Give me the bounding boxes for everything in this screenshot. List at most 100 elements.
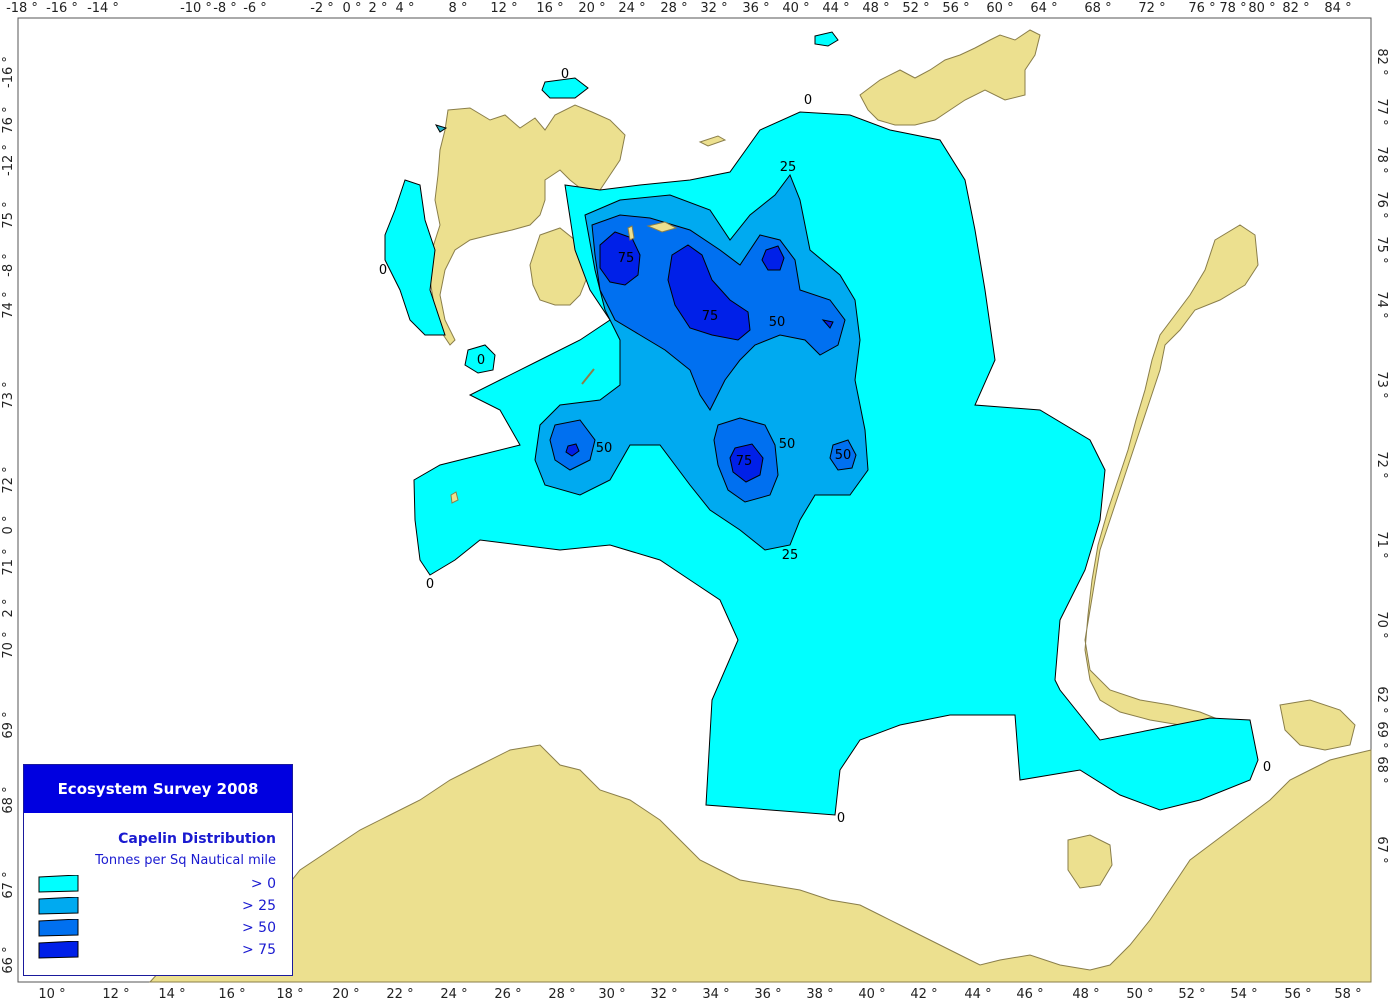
top-axis-label: -16 ° bbox=[46, 1, 78, 16]
bottom-axis-label: 26 ° bbox=[494, 987, 521, 1000]
top-axis-label: 80 ° bbox=[1248, 1, 1275, 16]
bottom-axis-label: 18 ° bbox=[276, 987, 303, 1000]
bottom-axis-label: 44 ° bbox=[964, 987, 991, 1000]
contour-label: 0 bbox=[804, 93, 812, 108]
right-axis-label: 68 ° bbox=[1374, 756, 1389, 783]
top-axis-label: 78 ° bbox=[1219, 1, 1246, 16]
bottom-axis-label: 56 ° bbox=[1284, 987, 1311, 1000]
bottom-axis-label: 40 ° bbox=[858, 987, 885, 1000]
legend: Ecosystem Survey 2008 Capelin Distributi… bbox=[23, 764, 293, 976]
left-axis-label: -8 ° bbox=[1, 253, 16, 277]
top-axis-label: 60 ° bbox=[986, 1, 1013, 16]
bottom-axis-label: 22 ° bbox=[386, 987, 413, 1000]
bottom-axis-label: 16 ° bbox=[218, 987, 245, 1000]
top-axis-label: 0 ° bbox=[343, 1, 362, 16]
right-axis-label: 76 ° bbox=[1374, 191, 1389, 218]
bottom-axis-label: 58 ° bbox=[1334, 987, 1361, 1000]
contour-label: 25 bbox=[780, 160, 797, 175]
top-axis: -18 ° -16 ° -14 ° -10 ° -8 ° -6 ° -2 ° 0 ° 2 ° 4 … bbox=[6, 1, 1352, 16]
top-axis-label: 8 ° bbox=[449, 1, 468, 16]
right-axis-label: 78 ° bbox=[1374, 146, 1389, 173]
bottom-axis-label: 48 ° bbox=[1072, 987, 1099, 1000]
top-axis-label: 52 ° bbox=[902, 1, 929, 16]
legend-item-3: > 75 bbox=[38, 941, 276, 961]
right-axis-label: 67 ° bbox=[1374, 836, 1389, 863]
contour-label: 50 bbox=[835, 448, 852, 463]
legend-units: Tonnes per Sq Nautical mile bbox=[95, 853, 276, 868]
legend-item-label: > 25 bbox=[242, 898, 276, 914]
bottom-axis-label: 32 ° bbox=[650, 987, 677, 1000]
legend-item-label: > 0 bbox=[250, 876, 276, 892]
contour-label: 0 bbox=[379, 263, 387, 278]
contour-label: 0 bbox=[561, 67, 569, 82]
bottom-axis-label: 52 ° bbox=[1178, 987, 1205, 1000]
right-axis: 82 ° 77 ° 78 ° 76 ° 75 ° 74 ° 73 ° 72 ° 71 ° 70 °… bbox=[1374, 48, 1389, 863]
top-axis-label: 36 ° bbox=[742, 1, 769, 16]
bottom-axis-label: 10 ° bbox=[38, 987, 65, 1000]
contour-label: 0 bbox=[477, 353, 485, 368]
contour-label: 75 bbox=[618, 251, 635, 266]
legend-item-2: > 50 bbox=[38, 919, 276, 939]
left-axis-label: 74 ° bbox=[1, 291, 16, 318]
bottom-axis-label: 34 ° bbox=[702, 987, 729, 1000]
top-axis-label: -6 ° bbox=[243, 1, 267, 16]
top-axis-label: 32 ° bbox=[700, 1, 727, 16]
contour-label: 50 bbox=[769, 315, 786, 330]
right-axis-label: 74 ° bbox=[1374, 291, 1389, 318]
right-axis-label: 75 ° bbox=[1374, 236, 1389, 263]
legend-subtitle: Capelin Distribution bbox=[118, 831, 276, 847]
top-axis-label: 72 ° bbox=[1138, 1, 1165, 16]
left-axis-label: 70 ° bbox=[1, 631, 16, 658]
bottom-axis-label: 12 ° bbox=[102, 987, 129, 1000]
bottom-axis-label: 24 ° bbox=[440, 987, 467, 1000]
right-axis-label: 72 ° bbox=[1374, 451, 1389, 478]
left-axis-label: -16 ° bbox=[1, 56, 16, 88]
bottom-axis-label: 30 ° bbox=[598, 987, 625, 1000]
legend-item-label: > 50 bbox=[242, 920, 276, 936]
top-axis-label: 64 ° bbox=[1030, 1, 1057, 16]
right-axis-label: 62 ° bbox=[1374, 686, 1389, 713]
top-axis-label: 68 ° bbox=[1084, 1, 1111, 16]
left-axis-label: 76 ° bbox=[1, 106, 16, 133]
right-axis-label: 82 ° bbox=[1374, 48, 1389, 75]
left-axis-label: 72 ° bbox=[1, 466, 16, 493]
top-axis-label: 24 ° bbox=[618, 1, 645, 16]
left-axis-label: -12 ° bbox=[1, 144, 16, 176]
contour-label: 0 bbox=[426, 577, 434, 592]
left-axis-label: 73 ° bbox=[1, 381, 16, 408]
contour-label: 75 bbox=[736, 454, 753, 469]
left-axis: -16 ° 76 ° -12 ° 75 ° -8 ° 74 ° 73 ° 72 ° 0 ° 71 … bbox=[1, 56, 16, 974]
legend-item-0: > 0 bbox=[38, 875, 276, 895]
bottom-axis-label: 54 ° bbox=[1230, 987, 1257, 1000]
top-axis-label: 40 ° bbox=[782, 1, 809, 16]
contour-label: 0 bbox=[837, 811, 845, 826]
top-axis-label: -8 ° bbox=[213, 1, 237, 16]
top-axis-label: 84 ° bbox=[1324, 1, 1351, 16]
top-axis-label: -10 ° bbox=[180, 1, 212, 16]
right-axis-label: 73 ° bbox=[1374, 371, 1389, 398]
top-axis-label: 4 ° bbox=[396, 1, 415, 16]
left-axis-label: 2 ° bbox=[1, 599, 16, 618]
right-axis-label: 70 ° bbox=[1374, 611, 1389, 638]
bottom-axis-label: 42 ° bbox=[910, 987, 937, 1000]
bottom-axis-label: 28 ° bbox=[548, 987, 575, 1000]
left-axis-label: 0 ° bbox=[1, 516, 16, 535]
top-axis-label: 2 ° bbox=[369, 1, 388, 16]
top-axis-label: 76 ° bbox=[1188, 1, 1215, 16]
top-axis-label: 48 ° bbox=[862, 1, 889, 16]
contour-label: 50 bbox=[596, 441, 613, 456]
top-axis-label: 12 ° bbox=[490, 1, 517, 16]
top-axis-label: 44 ° bbox=[822, 1, 849, 16]
contour-label: 75 bbox=[702, 309, 719, 324]
contour-label: 0 bbox=[1263, 760, 1271, 775]
top-axis-label: 20 ° bbox=[578, 1, 605, 16]
bottom-axis-label: 38 ° bbox=[806, 987, 833, 1000]
top-axis-label: -2 ° bbox=[310, 1, 334, 16]
top-axis-label: 16 ° bbox=[536, 1, 563, 16]
left-axis-label: 66 ° bbox=[1, 946, 16, 973]
legend-item-1: > 25 bbox=[38, 897, 276, 917]
top-axis-label: -14 ° bbox=[87, 1, 119, 16]
left-axis-label: 67 ° bbox=[1, 871, 16, 898]
left-axis-label: 68 ° bbox=[1, 786, 16, 813]
bottom-axis: 10 ° 12 ° 14 ° 16 ° 18 ° 20 ° 22 ° 24 ° 26 ° 28 °… bbox=[38, 987, 1361, 1000]
